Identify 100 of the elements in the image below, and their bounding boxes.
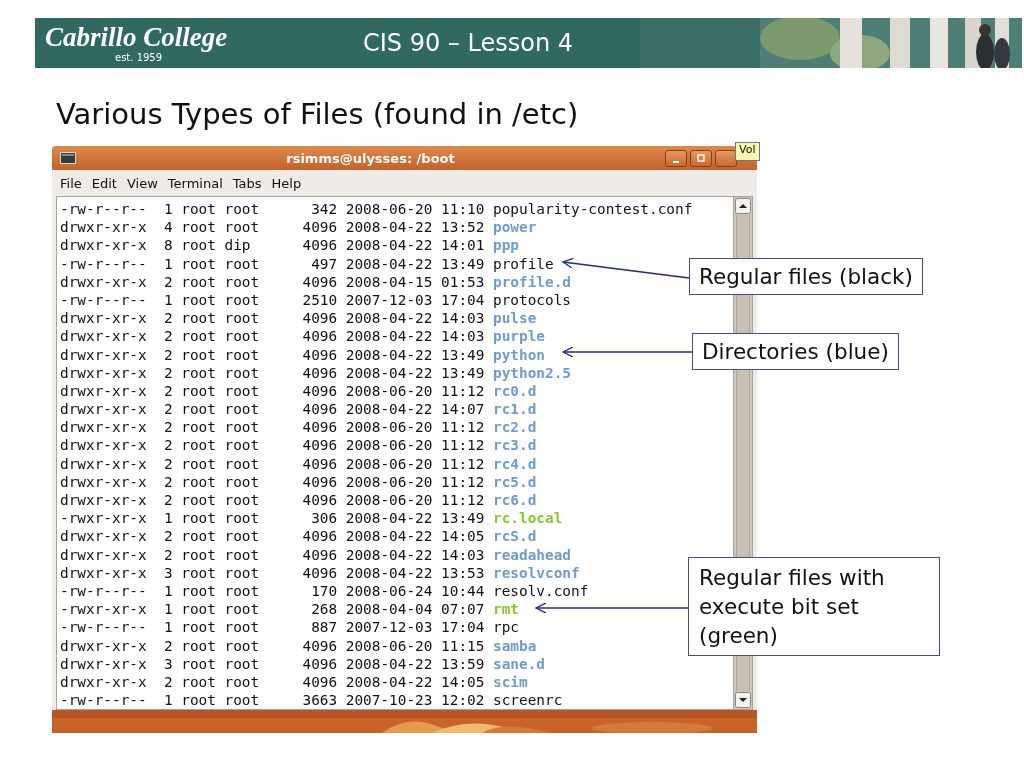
owner-text: root: [181, 309, 216, 328]
date-text: 2008-04-22: [345, 327, 433, 346]
time-text: 17:04: [441, 618, 485, 637]
menu-item[interactable]: File: [55, 173, 87, 193]
time-text: 13:49: [441, 345, 485, 364]
time-text: 11:12: [441, 381, 485, 401]
link-count: 2: [163, 636, 173, 655]
callout-label: Directories (blue): [692, 333, 899, 370]
file-name: rcS.d: [493, 527, 537, 546]
close-button[interactable]: [715, 149, 737, 167]
owner-text: root: [181, 472, 216, 491]
owner-text: root: [181, 236, 216, 255]
link-count: 2: [163, 400, 173, 419]
time-text: 11:15: [441, 636, 485, 655]
group-text: root: [224, 527, 260, 546]
permissions-text: -rw-r--r--: [60, 254, 147, 273]
time-text: 07:07: [441, 600, 485, 619]
file-size: 497: [311, 254, 338, 273]
owner-text: root: [181, 436, 216, 455]
link-count: 1: [163, 600, 173, 619]
permissions-text: drwxr-xr-x: [60, 472, 147, 491]
menu-item[interactable]: Help: [266, 173, 307, 193]
file-size: 4096: [302, 272, 338, 291]
time-text: 01:53: [441, 272, 485, 291]
group-text: root: [224, 472, 260, 491]
slide-title: Various Types of Files (found in /etc): [56, 96, 580, 133]
owner-text: root: [181, 672, 216, 692]
group-text: root: [224, 200, 260, 219]
date-text: 2008-04-22: [345, 345, 433, 364]
owner-text: root: [181, 654, 216, 673]
permissions-text: drwxr-xr-x: [60, 236, 147, 255]
scroll-down-icon[interactable]: [735, 692, 751, 708]
time-text: 11:10: [441, 200, 485, 219]
group-text: root: [224, 545, 260, 564]
link-count: 1: [163, 691, 173, 710]
link-count: 1: [163, 200, 173, 219]
file-name: rpc: [493, 618, 520, 637]
file-name: readahead: [493, 545, 572, 564]
file-size: 4096: [302, 545, 338, 564]
menu-item[interactable]: Edit: [86, 173, 122, 193]
menu-item[interactable]: Tabs: [227, 173, 267, 193]
group-text: root: [224, 509, 260, 528]
owner-text: root: [181, 527, 216, 546]
group-text: root: [224, 254, 260, 273]
file-size: 4096: [302, 654, 338, 673]
permissions-text: drwxr-xr-x: [60, 636, 147, 655]
link-count: 2: [163, 381, 173, 401]
owner-text: root: [181, 363, 216, 382]
permissions-text: drwxr-xr-x: [60, 272, 147, 291]
maximize-button[interactable]: [690, 149, 712, 167]
link-count: 1: [163, 254, 173, 273]
file-size: 4096: [302, 418, 338, 437]
time-text: 14:07: [441, 400, 485, 419]
file-size: 170: [311, 581, 338, 601]
file-name: profile.d: [493, 272, 572, 291]
file-name: samba: [493, 636, 537, 655]
logo-tagline: est. 1959: [115, 52, 163, 64]
link-count: 2: [163, 545, 173, 564]
time-text: 14:05: [441, 527, 485, 546]
permissions-text: -rw-r--r--: [60, 290, 147, 310]
owner-text: root: [181, 600, 216, 619]
file-name: rc0.d: [493, 381, 537, 401]
file-name: popularity-contest.conf: [493, 200, 693, 219]
time-text: 11:12: [441, 472, 485, 491]
owner-text: root: [181, 581, 216, 601]
group-text: root: [224, 581, 260, 601]
permissions-text: drwxr-xr-x: [60, 218, 147, 237]
file-size: 4096: [302, 327, 338, 346]
file-name: ppp: [493, 236, 520, 255]
group-text: root: [224, 691, 260, 710]
file-name: rc5.d: [493, 472, 537, 491]
time-text: 13:52: [441, 218, 485, 237]
scroll-up-icon[interactable]: [735, 198, 751, 214]
file-name: rc4.d: [493, 454, 537, 473]
group-text: root: [224, 491, 260, 510]
link-count: 2: [163, 472, 173, 491]
permissions-text: -rwxr-xr-x: [60, 509, 147, 528]
file-size: 4096: [302, 491, 338, 510]
date-text: 2008-04-22: [345, 563, 433, 582]
time-text: 13:49: [441, 363, 485, 382]
time-text: 13:59: [441, 654, 485, 673]
date-text: 2008-04-22: [345, 672, 433, 692]
date-text: 2008-06-20: [345, 491, 433, 510]
minimize-button[interactable]: [665, 149, 687, 167]
file-size: 4096: [302, 218, 338, 237]
date-text: 2008-04-22: [345, 654, 433, 673]
file-name: screenrc: [493, 691, 563, 710]
file-name: python: [493, 345, 546, 364]
menu-item[interactable]: View: [121, 173, 163, 193]
permissions-text: drwxr-xr-x: [60, 491, 147, 510]
group-text: root: [224, 218, 260, 237]
permissions-text: drwxr-xr-x: [60, 327, 147, 346]
menu-item[interactable]: Terminal: [162, 173, 228, 193]
link-count: 2: [163, 272, 173, 291]
permissions-text: drwxr-xr-x: [60, 400, 147, 419]
link-count: 2: [163, 491, 173, 510]
time-text: 17:04: [441, 290, 485, 310]
date-text: 2008-04-22: [345, 545, 433, 564]
permissions-text: drwxr-xr-x: [60, 545, 147, 564]
file-name: resolv.conf: [493, 581, 589, 601]
